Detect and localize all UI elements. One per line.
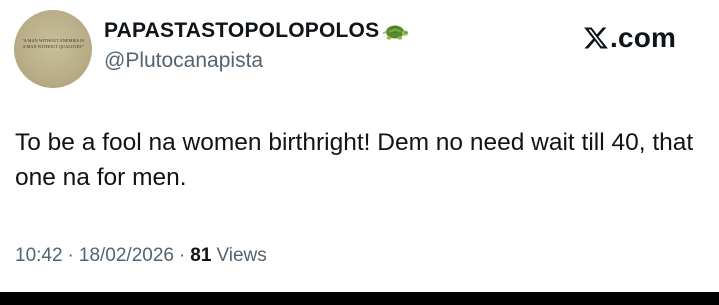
x-logo-icon [583, 25, 609, 51]
avatar[interactable]: "A MAN WITHOUT ENEMIES IS A MAN WITHOUT … [14, 10, 92, 88]
bottom-bar [0, 292, 719, 305]
tweet-time[interactable]: 10:42 [15, 245, 63, 267]
x-brand[interactable]: .com [583, 22, 676, 54]
views-count[interactable]: 81 [190, 245, 211, 267]
tweet-date[interactable]: 18/02/2026 [79, 245, 174, 267]
author-name-row: PAPASTASTOPOLOPOLOS [104, 17, 409, 45]
tweet-text: To be a fool na women birthright! Dem no… [15, 129, 694, 191]
tweet-meta: 10:42 · 18/02/2026 · 81 Views [15, 245, 267, 267]
x-domain-text: .com [610, 22, 677, 53]
author-handle[interactable]: @Plutocanapista [104, 49, 263, 73]
views-label: Views [216, 245, 267, 266]
avatar-quote-text: "A MAN WITHOUT ENEMIES IS A MAN WITHOUT … [21, 38, 85, 49]
meta-separator: · [67, 245, 74, 266]
meta-separator: · [178, 245, 186, 266]
display-name[interactable]: PAPASTASTOPOLOPOLOS [104, 19, 379, 43]
turtle-icon [382, 20, 409, 42]
tweet-card: "A MAN WITHOUT ENEMIES IS A MAN WITHOUT … [0, 0, 719, 292]
